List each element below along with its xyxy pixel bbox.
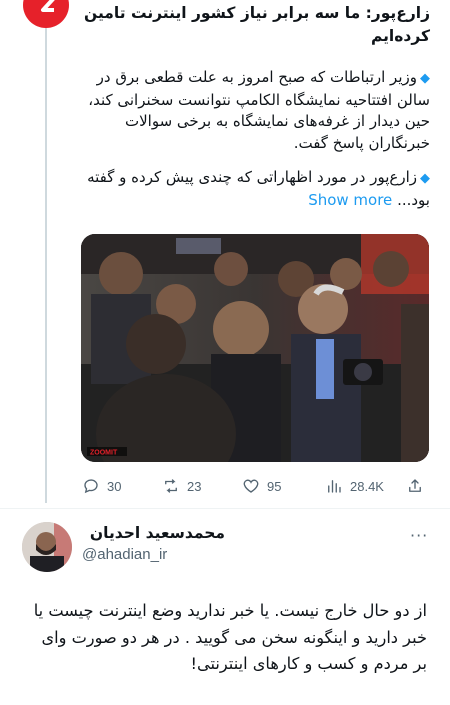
heart-icon xyxy=(243,479,259,493)
reply-icon xyxy=(84,479,98,494)
tweet-actions: 30 23 95 28.4K xyxy=(82,474,430,498)
tweet-quoted[interactable]: زارع‌پور: ما سه برابر نیاز کشور اینترنت … xyxy=(80,0,430,211)
photo-watermark: ZOOMIT xyxy=(90,450,118,457)
author-handle[interactable]: @ahadian_ir xyxy=(82,546,167,563)
blue-diamond-icon: ◆ xyxy=(420,171,430,186)
author-name[interactable]: محمدسعید احدیان xyxy=(90,524,225,542)
avatar[interactable] xyxy=(22,522,72,572)
retweet-icon xyxy=(165,479,177,493)
paragraph-text: وزیر ارتباطات که صبح امروز به علت قطعی ب… xyxy=(88,68,430,152)
reply-count: 30 xyxy=(107,478,122,494)
views-button[interactable]: 28.4K xyxy=(325,477,384,495)
reply-button[interactable]: 30 xyxy=(82,477,121,495)
more-icon[interactable]: ··· xyxy=(410,526,428,545)
like-count: 95 xyxy=(267,478,282,494)
zoomit-logo-icon[interactable] xyxy=(23,0,69,28)
retweet-count: 23 xyxy=(187,478,202,494)
tweet-paragraph: ◆زارع‌پور در مورد اظهاراتی که چندی پیش ک… xyxy=(80,167,430,211)
tweet-title: زارع‌پور: ما سه برابر نیاز کشور اینترنت … xyxy=(84,4,430,45)
blue-diamond-icon: ◆ xyxy=(420,71,430,86)
tweet-text: از دو حال خارج نیست. یا خبر ندارید وضع ا… xyxy=(33,601,427,673)
views-icon xyxy=(328,480,341,493)
divider xyxy=(0,508,450,509)
thread-line xyxy=(45,28,47,503)
share-button[interactable] xyxy=(406,477,424,495)
retweet-button[interactable]: 23 xyxy=(162,477,201,495)
tweet-photo[interactable]: ZOOMIT xyxy=(81,234,429,462)
view-count: 28.4K xyxy=(350,478,384,494)
share-icon xyxy=(409,479,421,492)
show-more-link[interactable]: Show more xyxy=(308,191,392,209)
like-button[interactable]: 95 xyxy=(242,477,281,495)
tweet-paragraph: ◆وزیر ارتباطات که صبح امروز به علت قطعی … xyxy=(80,67,430,154)
